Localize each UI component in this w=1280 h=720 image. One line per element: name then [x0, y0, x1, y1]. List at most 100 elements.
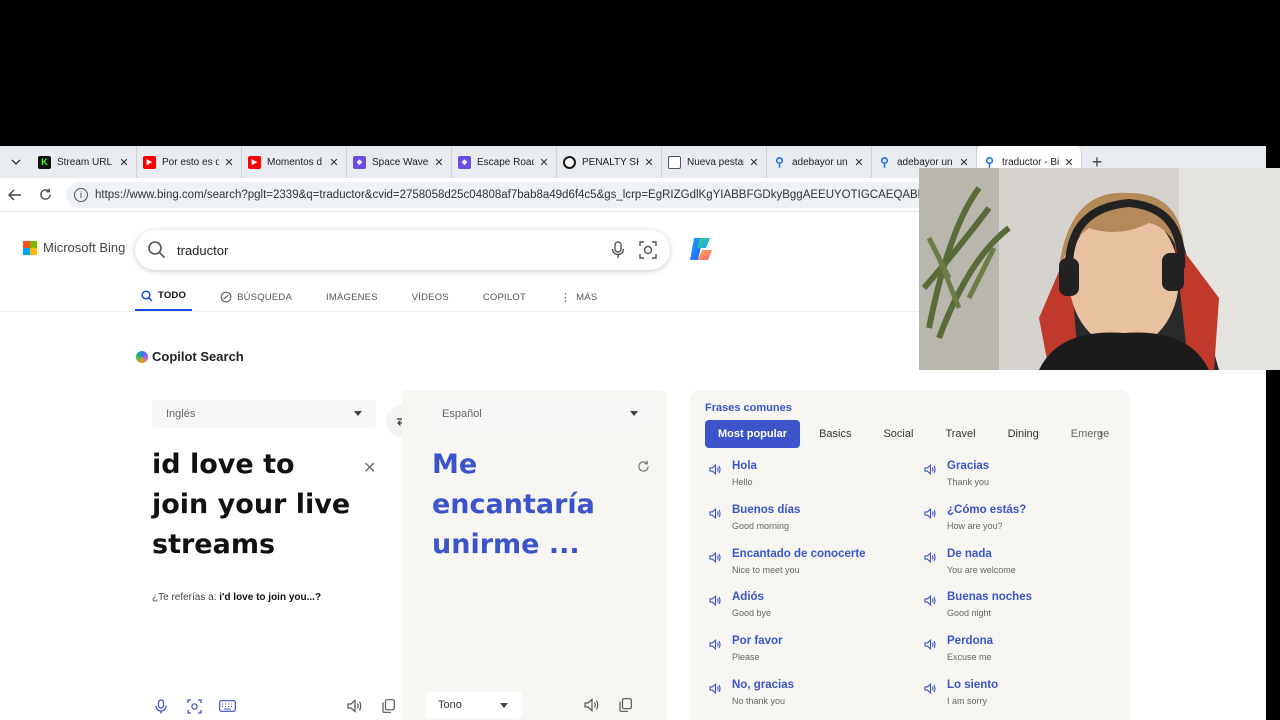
listen-target-button[interactable] — [581, 694, 603, 716]
browser-tab[interactable]: PENALTY SH ✕ — [557, 146, 662, 178]
tab-title: Space Waves — [372, 156, 429, 168]
speaker-icon[interactable] — [924, 639, 937, 651]
speaker-icon[interactable] — [924, 464, 937, 475]
phrase-english: Hello — [732, 477, 753, 487]
speaker-icon[interactable] — [709, 551, 722, 563]
keyboard-button[interactable] — [216, 695, 238, 717]
nav-tab-copilot[interactable]: COPILOT — [477, 282, 532, 312]
clear-text-button[interactable]: ✕ — [363, 458, 376, 478]
chevron-down-icon — [630, 411, 638, 416]
bing-logo[interactable]: Microsoft Bing — [23, 240, 125, 255]
translated-text: Me encantaría unirme ... — [432, 449, 595, 560]
search-nav: TODO BÚSQUEDA IMÁGENES VÍDEOS COPILOT ⋮ — [135, 282, 625, 312]
microphone-button[interactable] — [150, 695, 172, 717]
nav-tab-mas[interactable]: ⋮ MÁS — [554, 282, 603, 312]
site-info-icon[interactable]: i — [74, 187, 88, 202]
nav-tab-label: BÚSQUEDA — [237, 291, 292, 303]
browser-tab[interactable]: ▶ Momentos d ✕ — [242, 146, 347, 178]
translator-widget: Inglés id love to join your live streams… — [137, 390, 667, 720]
youtube-icon: ▶ — [143, 155, 156, 169]
phrases-tab[interactable]: Basics — [806, 420, 864, 448]
source-text-input[interactable]: id love to join your live streams — [152, 445, 357, 565]
close-tab-icon[interactable]: ✕ — [1063, 156, 1075, 169]
nav-tab-todo[interactable]: TODO — [135, 282, 193, 312]
phrases-tab[interactable]: Most popular — [705, 420, 801, 448]
phrase-item[interactable]: ¿Cómo estás? How are you? — [920, 504, 1130, 544]
speaker-icon[interactable] — [709, 639, 722, 651]
browser-tab[interactable]: K Stream URL & ✕ — [32, 146, 137, 178]
visual-search-icon[interactable] — [639, 241, 657, 259]
camera-translate-button[interactable] — [183, 695, 205, 717]
phrase-item[interactable]: De nada You are welcome — [920, 548, 1130, 588]
chevron-right-icon[interactable]: › — [1099, 427, 1103, 441]
refresh-icon — [638, 460, 649, 472]
speaker-icon[interactable] — [709, 507, 722, 519]
more-vertical-icon: ⋮ — [559, 291, 572, 304]
phrase-spanish: Gracias — [947, 460, 990, 472]
speaker-icon[interactable] — [924, 683, 937, 694]
close-tab-icon[interactable]: ✕ — [538, 156, 550, 169]
browser-tab[interactable]: Nueva pestañ ✕ — [662, 146, 767, 178]
nav-tab-videos[interactable]: VÍDEOS — [406, 282, 455, 312]
phrase-english: No thank you — [732, 696, 786, 706]
phrase-item[interactable]: Adiós Good bye — [705, 591, 915, 631]
browser-tab[interactable]: ⚲ adebayor un ✕ — [767, 146, 872, 178]
listen-source-button[interactable] — [344, 695, 366, 717]
target-language-select[interactable]: Español — [428, 400, 652, 428]
phrases-tab[interactable]: Emerge — [1058, 420, 1123, 448]
browser-tab[interactable]: ▶ Por esto es q ✕ — [137, 146, 242, 178]
phrase-item[interactable]: Gracias Thank you — [920, 460, 1130, 500]
close-tab-icon[interactable]: ✕ — [118, 156, 130, 169]
speaker-icon[interactable] — [709, 464, 722, 475]
phrases-tab[interactable]: Travel — [932, 420, 988, 448]
chevron-down-icon — [354, 411, 362, 416]
phrase-item[interactable]: Encantado de conocerte Nice to meet you — [705, 548, 915, 588]
back-button[interactable] — [0, 180, 30, 210]
microphone-icon[interactable] — [611, 241, 625, 259]
phrase-item[interactable]: Buenas noches Good night — [920, 591, 1130, 631]
close-tab-icon[interactable]: ✕ — [328, 156, 340, 169]
did-you-mean[interactable]: ¿Te referías a: i'd love to join you...? — [152, 592, 321, 603]
phrase-item[interactable]: Lo siento I am sorry — [920, 679, 1130, 719]
phrase-spanish: Hola — [732, 460, 757, 472]
copilot-icon[interactable] — [686, 234, 716, 264]
webcam-overlay — [919, 168, 1280, 370]
browser-tab[interactable]: ◆ Escape Road ✕ — [452, 146, 557, 178]
bing-search-icon: ⚲ — [775, 155, 784, 169]
phrases-tab[interactable]: Dining — [995, 420, 1052, 448]
close-tab-icon[interactable]: ✕ — [748, 156, 760, 169]
search-input[interactable] — [177, 239, 597, 261]
copilot-search-icon — [136, 350, 148, 363]
speaker-icon — [347, 699, 362, 713]
close-tab-icon[interactable]: ✕ — [643, 156, 655, 169]
tab-title: Stream URL & — [57, 156, 114, 168]
phrase-item[interactable]: Hola Hello — [705, 460, 915, 500]
speaker-icon[interactable] — [924, 595, 937, 607]
phrase-item[interactable]: Buenos días Good morning — [705, 504, 915, 544]
close-tab-icon[interactable]: ✕ — [958, 156, 970, 169]
refresh-translation-button[interactable] — [637, 460, 650, 476]
phrases-tab[interactable]: Social — [870, 420, 926, 448]
phrase-item[interactable]: Por favor Please — [705, 635, 915, 675]
source-tools — [150, 695, 410, 717]
phrase-item[interactable]: No, gracias No thank you — [705, 679, 915, 719]
reload-button[interactable] — [30, 180, 60, 210]
browser-tab[interactable]: ◆ Space Waves ✕ — [347, 146, 452, 178]
speaker-icon[interactable] — [709, 683, 722, 694]
phrase-english: You are welcome — [947, 564, 1016, 575]
suggestion-value[interactable]: i'd love to join you...? — [219, 592, 321, 603]
speaker-icon[interactable] — [924, 551, 937, 563]
speaker-icon[interactable] — [924, 507, 937, 519]
close-tab-icon[interactable]: ✕ — [433, 156, 445, 169]
tone-select[interactable]: Tono — [426, 692, 522, 718]
speaker-icon[interactable] — [709, 595, 722, 607]
close-tab-icon[interactable]: ✕ — [223, 156, 235, 169]
tab-search-dropdown-icon[interactable] — [0, 146, 32, 178]
nav-tab-imagenes[interactable]: IMÁGENES — [320, 282, 384, 312]
copy-target-button[interactable] — [614, 694, 636, 716]
copy-source-button[interactable] — [377, 695, 399, 717]
close-tab-icon[interactable]: ✕ — [853, 156, 865, 169]
phrase-item[interactable]: Perdona Excuse me — [920, 635, 1130, 675]
nav-tab-busqueda[interactable]: BÚSQUEDA — [214, 282, 298, 312]
source-language-select[interactable]: Inglés — [152, 400, 376, 428]
